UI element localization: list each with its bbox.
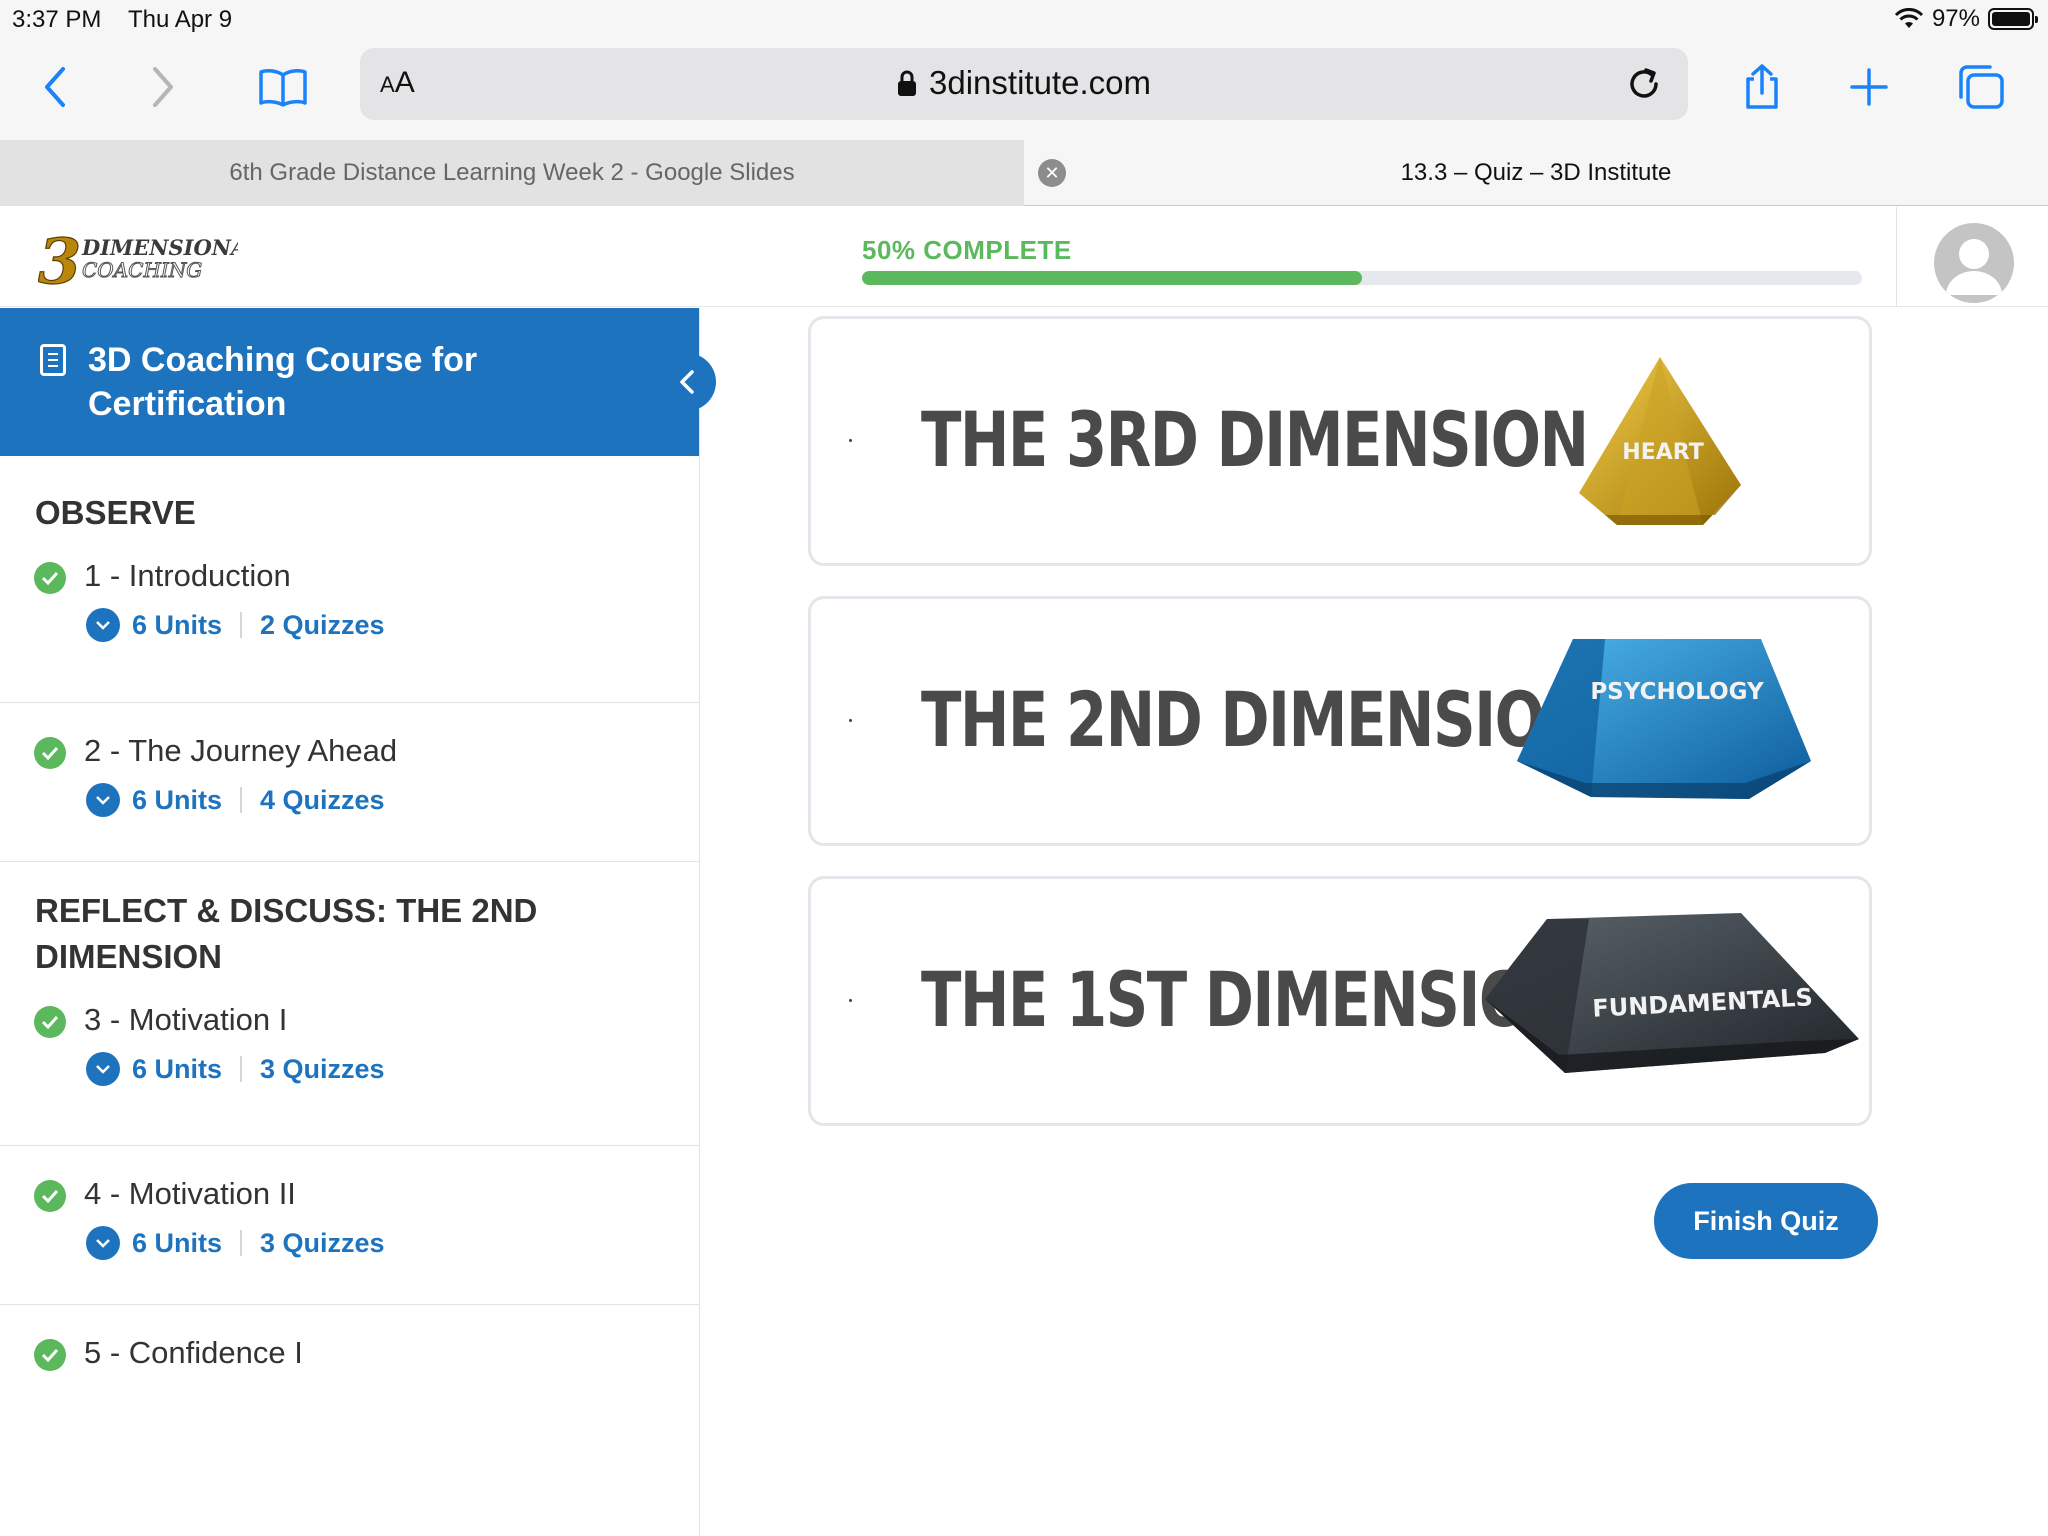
url-display[interactable]: 3dinstitute.com <box>360 64 1688 102</box>
course-sidebar: 3D Coaching Course for Certification OBS… <box>0 308 700 1536</box>
lesson-meta: 6 Units 3 Quizzes <box>86 1052 385 1086</box>
answer-bullet <box>849 719 852 722</box>
check-icon <box>34 562 66 594</box>
share-icon <box>1746 64 1778 109</box>
tabs-icon <box>1959 65 2004 109</box>
lock-icon <box>898 70 917 96</box>
course-title[interactable]: 3D Coaching Course for Certification <box>88 338 608 426</box>
collapse-sidebar-button[interactable] <box>658 353 716 411</box>
meta-divider <box>240 787 243 813</box>
svg-text:DIMENSIONAL: DIMENSIONAL <box>81 235 238 260</box>
lesson-item[interactable]: 2 - The Journey Ahead 6 Units 4 Quizzes <box>0 703 699 862</box>
bookmarks-button[interactable] <box>248 52 318 122</box>
lesson-meta: 6 Units 2 Quizzes <box>86 608 385 642</box>
svg-text:3: 3 <box>38 227 81 287</box>
chevron-left-icon <box>45 67 65 107</box>
answer-option[interactable]: THE 2ND DIMENSION PSYCHOLOGY <box>808 596 1872 846</box>
meta-divider <box>240 612 243 638</box>
svg-text:HEART: HEART <box>1622 440 1703 465</box>
lesson-meta: 6 Units 3 Quizzes <box>86 1226 385 1260</box>
book-icon <box>259 69 307 107</box>
battery-icon <box>1988 8 2038 30</box>
quizzes-link[interactable]: 2 Quizzes <box>260 610 385 641</box>
chevron-down-icon[interactable] <box>86 783 120 817</box>
check-icon <box>34 1006 66 1038</box>
answer-text: THE 1ST DIMENSION <box>921 955 1577 1044</box>
psychology-prism-icon: PSYCHOLOGY <box>1517 639 1811 799</box>
status-time: 3:37 PM <box>12 6 102 33</box>
fundamentals-block-icon: FUNDAMENTALS <box>1485 913 1859 1073</box>
units-link[interactable]: 6 Units <box>132 1054 222 1085</box>
meta-divider <box>240 1056 243 1082</box>
chevron-left-icon <box>680 370 694 394</box>
quizzes-link[interactable]: 3 Quizzes <box>260 1228 385 1259</box>
plus-icon <box>1850 68 1888 106</box>
tab-google-slides[interactable]: 6th Grade Distance Learning Week 2 - Goo… <box>0 140 1024 206</box>
finish-quiz-button[interactable]: Finish Quiz <box>1654 1183 1878 1259</box>
site-logo[interactable]: 3 DIMENSIONAL COACHING <box>38 227 238 287</box>
user-icon <box>1946 239 2002 295</box>
back-button[interactable] <box>20 52 90 122</box>
chevron-right-icon <box>153 67 173 107</box>
progress-fill <box>862 271 1362 285</box>
svg-text:PSYCHOLOGY: PSYCHOLOGY <box>1590 679 1764 705</box>
chevron-down-icon[interactable] <box>86 608 120 642</box>
forward-button[interactable] <box>128 52 198 122</box>
check-icon <box>34 1180 66 1212</box>
check-icon <box>34 737 66 769</box>
lesson-item[interactable]: 4 - Motivation II 6 Units 3 Quizzes <box>0 1146 699 1305</box>
check-icon <box>34 1339 66 1371</box>
close-tab-icon[interactable]: ✕ <box>1038 159 1066 187</box>
lesson-title[interactable]: 3 - Motivation I <box>84 1002 287 1038</box>
svg-text:COACHING: COACHING <box>82 258 202 282</box>
answer-text: THE 2ND DIMENSION <box>921 675 1593 764</box>
answer-option[interactable]: THE 1ST DIMENSION FUNDAMENTALS <box>808 876 1872 1126</box>
status-bar: 3:37 PM Thu Apr 9 97% <box>0 0 2048 40</box>
units-link[interactable]: 6 Units <box>132 610 222 641</box>
tab-bar: 6th Grade Distance Learning Week 2 - Goo… <box>0 140 2048 206</box>
chevron-down-icon[interactable] <box>86 1226 120 1260</box>
progress-bar <box>862 271 1862 285</box>
heart-pyramid-icon: HEART <box>1579 357 1741 525</box>
status-indicators: 97% <box>1894 5 2038 33</box>
tabs-overview-button[interactable] <box>1946 52 2016 122</box>
units-link[interactable]: 6 Units <box>132 785 222 816</box>
share-button[interactable] <box>1727 52 1797 122</box>
lesson-item[interactable]: 5 - Confidence I <box>0 1305 699 1395</box>
reload-icon[interactable] <box>1624 64 1664 104</box>
units-link[interactable]: 6 Units <box>132 1228 222 1259</box>
meta-divider <box>240 1230 243 1256</box>
document-icon <box>40 344 66 376</box>
lesson-item[interactable]: 1 - Introduction 6 Units 2 Quizzes <box>0 544 699 703</box>
answer-bullet <box>849 999 852 1002</box>
avatar[interactable] <box>1934 223 2014 303</box>
lesson-title[interactable]: 1 - Introduction <box>84 558 291 594</box>
address-bar[interactable]: AA 3dinstitute.com <box>360 48 1688 120</box>
status-date: Thu Apr 9 <box>128 6 233 33</box>
lesson-title[interactable]: 5 - Confidence I <box>84 1335 303 1371</box>
answer-option[interactable]: THE 3RD DIMENSION HEART <box>808 316 1872 566</box>
section-title-observe: OBSERVE <box>35 494 196 531</box>
chevron-down-icon[interactable] <box>86 1052 120 1086</box>
tab-quiz[interactable]: 13.3 – Quiz – 3D Institute <box>1024 140 2048 206</box>
lesson-item[interactable]: 3 - Motivation I 6 Units 3 Quizzes <box>0 988 699 1146</box>
browser-toolbar: AA 3dinstitute.com <box>0 40 2048 140</box>
course-header: 3D Coaching Course for Certification <box>0 308 699 456</box>
new-tab-button[interactable] <box>1834 52 1904 122</box>
site-header: 3 DIMENSIONAL COACHING 50% COMPLETE <box>0 207 2048 307</box>
answer-bullet <box>849 439 852 442</box>
progress-label: 50% COMPLETE <box>862 235 1072 265</box>
wifi-icon <box>1894 8 1924 28</box>
answer-text: THE 3RD DIMENSION <box>921 395 1589 484</box>
section-title-reflect: REFLECT & DISCUSS: THE 2ND DIMENSION <box>35 892 538 975</box>
lesson-meta: 6 Units 4 Quizzes <box>86 783 385 817</box>
url-text: 3dinstitute.com <box>929 64 1151 101</box>
lesson-title[interactable]: 4 - Motivation II <box>84 1176 296 1212</box>
quizzes-link[interactable]: 4 Quizzes <box>260 785 385 816</box>
battery-percent: 97% <box>1931 5 1980 32</box>
header-divider <box>1896 207 1897 307</box>
lesson-title[interactable]: 2 - The Journey Ahead <box>84 733 397 769</box>
quizzes-link[interactable]: 3 Quizzes <box>260 1054 385 1085</box>
